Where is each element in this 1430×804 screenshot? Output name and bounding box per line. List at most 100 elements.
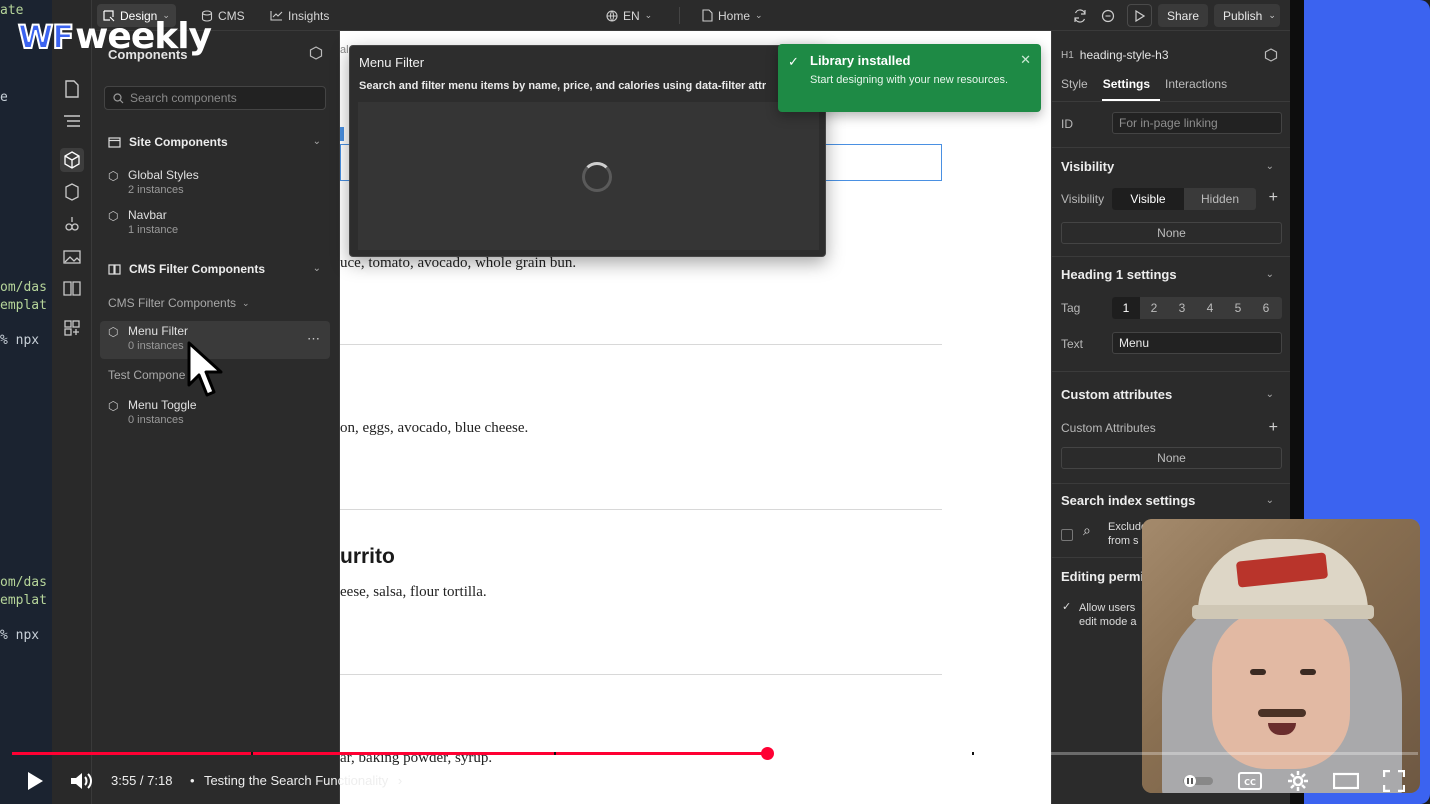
sync-button[interactable]	[1067, 4, 1093, 27]
divider	[1052, 256, 1291, 257]
visibility-section-title[interactable]: Visibility	[1061, 159, 1114, 174]
tab-settings[interactable]: Settings	[1103, 77, 1150, 91]
close-icon[interactable]: ✕	[1020, 52, 1031, 68]
settings-tabs: Style Settings Interactions	[1061, 77, 1227, 91]
assets-icon[interactable]	[60, 244, 84, 268]
custom-attributes-list[interactable]: None	[1061, 447, 1282, 469]
settings-button[interactable]	[1285, 768, 1311, 794]
divider	[1052, 147, 1291, 148]
tag-option[interactable]: 5	[1224, 297, 1252, 319]
component-search-input[interactable]: Search components	[104, 86, 326, 110]
publish-button[interactable]: Publish ⌄	[1214, 4, 1280, 27]
editing-permissions-title[interactable]: Editing permi	[1061, 569, 1144, 584]
visible-option[interactable]: Visible	[1112, 188, 1184, 210]
custom-attributes-title[interactable]: Custom attributes	[1061, 387, 1172, 402]
designer-top-bar: Design ⌄ CMS Insights EN ⌄ Home ⌄ Share …	[92, 0, 1290, 31]
component-item[interactable]: ⬡ Global Styles 2 instances	[100, 165, 330, 203]
divider	[340, 509, 942, 510]
component-name: Navbar	[128, 208, 167, 222]
component-item[interactable]: ⬡ Navbar 1 instance	[100, 205, 330, 243]
visibility-conditions[interactable]: None	[1061, 222, 1282, 244]
component-add-icon[interactable]	[309, 46, 323, 63]
search-off-icon: ⌕	[1083, 522, 1091, 538]
chevron-down-icon[interactable]: ⌄	[1266, 495, 1274, 506]
chevron-down-icon[interactable]: ⌄	[1266, 269, 1274, 280]
component-icon: ⬡	[108, 209, 119, 223]
page-selector[interactable]: Home ⌄	[696, 4, 769, 27]
terminal-line: % npx	[0, 333, 40, 348]
style-selectors-icon[interactable]	[60, 180, 84, 204]
left-icon-rail	[52, 0, 92, 804]
id-field[interactable]: For in-page linking	[1112, 112, 1282, 134]
more-options-icon[interactable]: ⋯	[307, 331, 320, 347]
apps-icon[interactable]	[60, 316, 84, 340]
tag-option[interactable]: 3	[1168, 297, 1196, 319]
terminal-line: emplat	[0, 298, 47, 313]
tag-option[interactable]: 2	[1140, 297, 1168, 319]
add-attribute-icon[interactable]: +	[1269, 419, 1278, 437]
comments-button[interactable]	[1095, 4, 1121, 27]
heading-settings-title[interactable]: Heading 1 settings	[1061, 267, 1177, 282]
component-icon: ⬡	[108, 169, 119, 183]
page-icon[interactable]	[60, 77, 84, 101]
component-instances: 0 instances	[128, 340, 184, 352]
video-progress-track[interactable]	[12, 752, 1418, 755]
video-frame: ate e om/das emplat % npx om/das emplat …	[0, 0, 1430, 804]
tag-option[interactable]: 6	[1252, 297, 1280, 319]
component-icon: ⬡	[108, 399, 119, 413]
chevron-down-icon[interactable]: ⌄	[1266, 389, 1274, 400]
chevron-down-icon: ⌄	[242, 297, 250, 308]
menu-item-heading: urrito	[340, 545, 395, 568]
autoplay-icon	[1183, 775, 1213, 787]
search-index-title[interactable]: Search index settings	[1061, 493, 1195, 508]
bullet-separator: •	[190, 773, 195, 788]
wf-weekly-logo: WF weekly	[17, 16, 212, 57]
theater-mode-button[interactable]	[1332, 768, 1360, 794]
variables-icon[interactable]	[60, 212, 84, 236]
cap-brim	[1192, 605, 1374, 619]
insights-mode-button[interactable]: Insights	[264, 4, 335, 27]
chapter-title[interactable]: • Testing the Search Functionality ›	[190, 773, 402, 788]
chevron-down-icon[interactable]: ⌄	[313, 136, 321, 147]
component-icon: ⬡	[108, 325, 119, 339]
navigator-icon[interactable]	[60, 109, 84, 133]
test-subgroup-header[interactable]: Test Compone	[108, 368, 185, 382]
book-icon[interactable]	[60, 276, 84, 300]
player-controls: 3:55 / 7:18 • Testing the Search Functio…	[0, 762, 1430, 800]
component-name: Menu Filter	[128, 324, 189, 338]
presenter-mustache	[1258, 709, 1306, 717]
exclude-checkbox[interactable]	[1061, 529, 1073, 541]
toast-title: Library installed	[810, 53, 911, 68]
components-icon[interactable]	[60, 148, 84, 172]
chart-icon	[270, 11, 283, 21]
add-condition-icon[interactable]: +	[1269, 189, 1278, 207]
play-button[interactable]	[22, 768, 48, 794]
video-scrubber-knob[interactable]	[761, 747, 775, 760]
preview-button[interactable]	[1127, 4, 1152, 27]
tag-option[interactable]: 4	[1196, 297, 1224, 319]
heading-text-field[interactable]: Menu	[1112, 332, 1282, 354]
fullscreen-button[interactable]	[1381, 768, 1407, 794]
site-components-header[interactable]: Site Components	[108, 133, 228, 151]
autoplay-toggle[interactable]	[1182, 768, 1214, 794]
volume-button[interactable]	[68, 768, 96, 794]
hidden-option[interactable]: Hidden	[1184, 188, 1256, 210]
comment-icon	[1101, 9, 1115, 22]
share-button[interactable]: Share	[1158, 4, 1209, 27]
tab-style[interactable]: Style	[1061, 77, 1088, 91]
tag-label: Tag	[1061, 301, 1081, 315]
check-icon[interactable]: ✓	[1062, 600, 1071, 613]
chevron-down-icon[interactable]: ⌄	[313, 263, 321, 274]
tag-option[interactable]: 1	[1112, 297, 1140, 319]
component-icon[interactable]	[1264, 48, 1278, 65]
logo-weekly: weekly	[75, 16, 212, 57]
locale-selector[interactable]: EN ⌄	[600, 4, 658, 27]
chevron-right-icon: ›	[397, 773, 403, 788]
captions-button[interactable]: CC	[1237, 768, 1263, 794]
component-name: Global Styles	[128, 168, 199, 182]
selected-element-header: H1 heading-style-h3	[1061, 48, 1169, 62]
cms-subgroup-header[interactable]: CMS Filter Components ⌄	[108, 296, 250, 310]
chevron-down-icon[interactable]: ⌄	[1266, 161, 1274, 172]
cms-components-header[interactable]: CMS Filter Components	[108, 260, 265, 278]
tab-interactions[interactable]: Interactions	[1165, 77, 1227, 91]
